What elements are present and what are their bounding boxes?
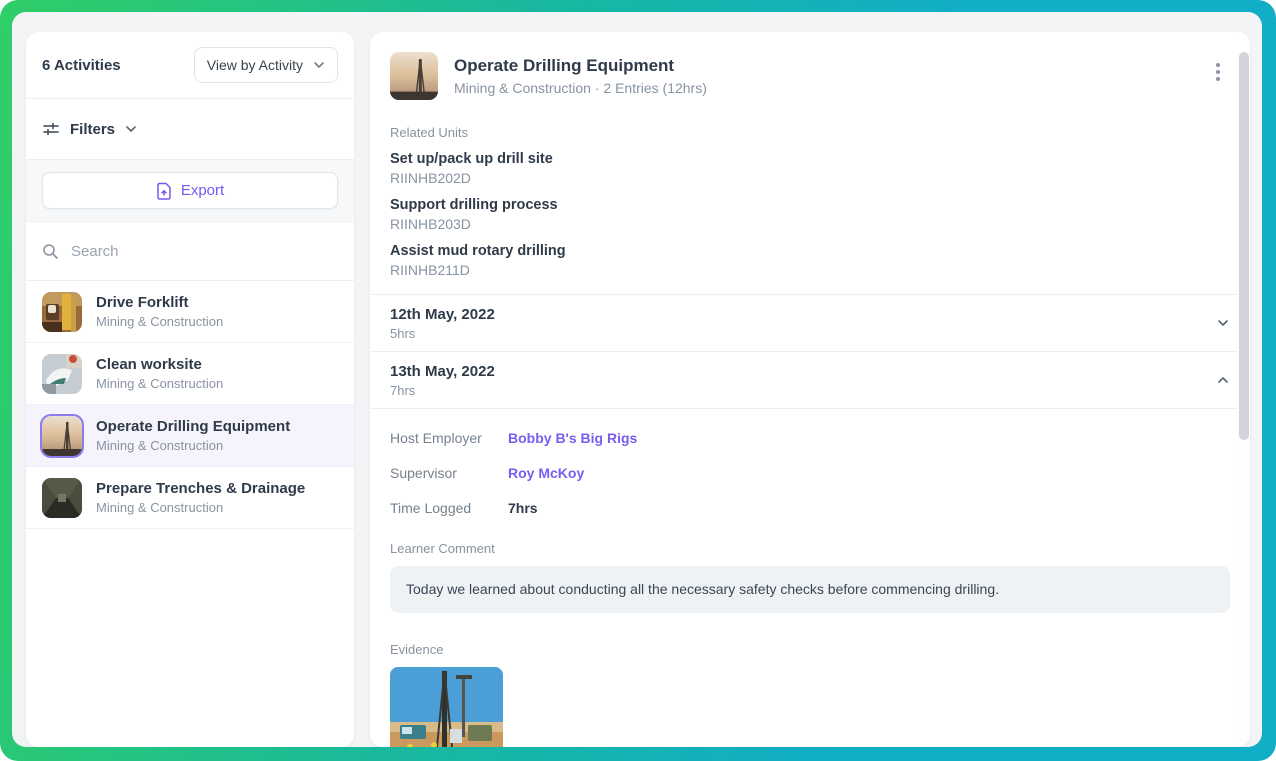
unit-name: Support drilling process xyxy=(390,197,558,213)
export-document-icon xyxy=(156,182,172,200)
detail-subtitle: Mining & Construction · 2 Entries (12hrs… xyxy=(454,80,707,96)
unit-name: Set up/pack up drill site xyxy=(390,151,553,167)
related-units-label: Related Units xyxy=(390,125,469,140)
entry-detail-expanded: Host Employer Bobby B's Big Rigs Supervi… xyxy=(370,408,1250,747)
related-unit: Assist mud rotary drilling RIINHB211D xyxy=(390,241,1230,280)
view-by-dropdown-label: View by Activity xyxy=(206,57,303,73)
evidence-label: Evidence xyxy=(390,642,444,657)
host-employer-link[interactable]: Bobby B's Big Rigs xyxy=(508,429,637,448)
activities-sidebar: 6 Activities View by Activity Filters Ex… xyxy=(26,32,354,747)
detail-title: Operate Drilling Equipment xyxy=(454,56,675,75)
host-employer-label: Host Employer xyxy=(390,430,482,446)
supervisor-row: Supervisor Roy McKoy xyxy=(390,464,1230,483)
export-section: Export xyxy=(26,160,354,221)
unit-name: Assist mud rotary drilling xyxy=(390,243,566,259)
chevron-down-icon xyxy=(125,123,137,135)
kebab-menu-icon[interactable] xyxy=(1206,60,1230,84)
activities-count: 6 Activities xyxy=(42,56,121,74)
activity-title: Drive Forklift xyxy=(96,293,189,311)
filters-label: Filters xyxy=(70,120,116,138)
filters-icon xyxy=(42,120,60,138)
supervisor-link[interactable]: Roy McKoy xyxy=(508,464,584,483)
activity-subtitle: Mining & Construction xyxy=(96,375,224,391)
export-button[interactable]: Export xyxy=(42,172,338,209)
evidence-photo[interactable] xyxy=(390,667,503,747)
entry-row-12-may[interactable]: 12th May, 2022 5hrs xyxy=(370,294,1250,351)
activity-title: Operate Drilling Equipment xyxy=(96,417,291,435)
activity-thumbnail-trenches xyxy=(42,477,82,518)
scrollbar-thumb[interactable] xyxy=(1239,52,1249,440)
related-units-section: Related Units Set up/pack up drill site … xyxy=(370,120,1250,294)
activity-list: Drive Forklift Mining & Construction Cle… xyxy=(26,281,354,747)
activity-title: Prepare Trenches & Drainage xyxy=(96,479,306,497)
detail-thumbnail-drilling xyxy=(390,52,438,100)
scrollbar-track[interactable] xyxy=(1238,52,1250,747)
activity-subtitle: Mining & Construction xyxy=(96,313,224,329)
entry-hours: 7hrs xyxy=(390,382,416,398)
detail-header: Operate Drilling Equipment Mining & Cons… xyxy=(370,32,1250,120)
activity-item-operate-drilling-equipment[interactable]: Operate Drilling Equipment Mining & Cons… xyxy=(26,405,354,467)
time-logged-value: 7hrs xyxy=(508,500,538,516)
search-icon xyxy=(42,243,59,260)
entry-hours: 5hrs xyxy=(390,325,416,341)
entry-date: 12th May, 2022 xyxy=(390,305,495,323)
activity-subtitle: Mining & Construction xyxy=(96,499,224,515)
activity-thumbnail-clean-worksite xyxy=(42,353,82,394)
host-employer-row: Host Employer Bobby B's Big Rigs xyxy=(390,429,1230,448)
related-unit: Set up/pack up drill site RIINHB202D xyxy=(390,149,1230,188)
learner-comment-text: Today we learned about conducting all th… xyxy=(390,566,1230,613)
activity-thumbnail-drilling xyxy=(40,413,84,458)
time-logged-label: Time Logged xyxy=(390,500,472,516)
sidebar-header: 6 Activities View by Activity xyxy=(26,32,354,98)
related-unit: Support drilling process RIINHB203D xyxy=(390,195,1230,234)
filters-toggle[interactable]: Filters xyxy=(26,99,354,159)
time-logged-row: Time Logged 7hrs xyxy=(390,499,1230,518)
activity-thumbnail-forklift xyxy=(42,291,82,332)
page-background: 6 Activities View by Activity Filters Ex… xyxy=(12,12,1262,747)
activity-item-clean-worksite[interactable]: Clean worksite Mining & Construction xyxy=(26,343,354,405)
entry-row-13-may[interactable]: 13th May, 2022 7hrs xyxy=(370,351,1250,408)
activity-detail-panel: Operate Drilling Equipment Mining & Cons… xyxy=(370,32,1250,747)
view-by-dropdown[interactable]: View by Activity xyxy=(193,47,338,83)
chevron-down-icon xyxy=(313,59,325,71)
activity-title: Clean worksite xyxy=(96,355,202,373)
unit-code: RIINHB211D xyxy=(390,262,470,278)
app-frame: 6 Activities View by Activity Filters Ex… xyxy=(0,0,1276,761)
unit-code: RIINHB203D xyxy=(390,216,471,232)
search-bar xyxy=(26,222,354,280)
supervisor-label: Supervisor xyxy=(390,465,457,481)
entry-date: 13th May, 2022 xyxy=(390,362,495,380)
activity-subtitle: Mining & Construction xyxy=(96,437,224,453)
search-input[interactable] xyxy=(71,242,338,260)
activity-item-prepare-trenches[interactable]: Prepare Trenches & Drainage Mining & Con… xyxy=(26,467,354,529)
unit-code: RIINHB202D xyxy=(390,170,471,186)
activity-item-drive-forklift[interactable]: Drive Forklift Mining & Construction xyxy=(26,281,354,343)
chevron-down-icon xyxy=(1216,316,1230,330)
chevron-up-icon xyxy=(1216,373,1230,387)
learner-comment-label: Learner Comment xyxy=(390,541,495,556)
export-label: Export xyxy=(180,182,225,199)
